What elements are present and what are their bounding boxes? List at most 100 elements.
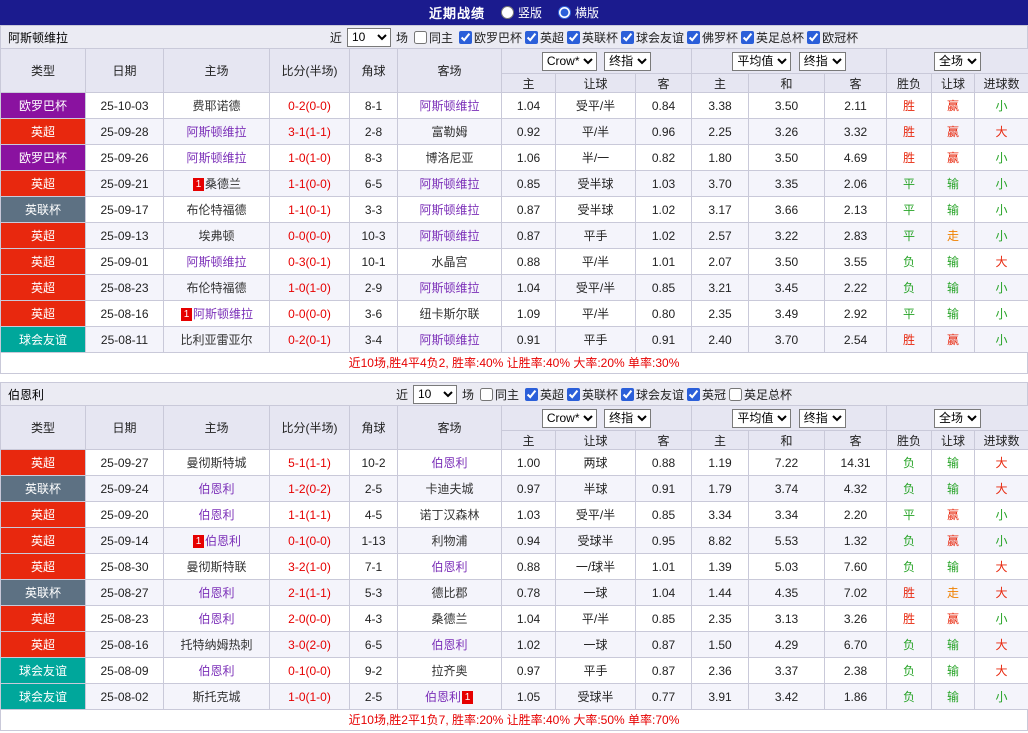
handicap-time-select[interactable]: 终指 [604, 409, 651, 428]
handicap-time-select[interactable]: 终指 [604, 52, 651, 71]
competition-box[interactable] [729, 388, 742, 401]
home-team[interactable]: 1伯恩利 [164, 528, 270, 554]
competition-checkbox[interactable]: 英足总杯 [729, 386, 792, 403]
competition-box[interactable] [687, 388, 700, 401]
team-link[interactable]: 伯恩利 [198, 664, 234, 678]
away-team[interactable]: 伯恩利 [398, 554, 502, 580]
home-team[interactable]: 布伦特福德 [164, 275, 270, 301]
away-team[interactable]: 伯恩利 [398, 632, 502, 658]
vertical-radio[interactable] [501, 6, 514, 19]
competition-box[interactable] [459, 31, 472, 44]
team-link[interactable]: 拉齐奥 [431, 664, 467, 678]
team-link[interactable]: 阿斯顿维拉 [193, 307, 253, 321]
away-team[interactable]: 卡迪夫城 [398, 476, 502, 502]
team-link[interactable]: 阿斯顿维拉 [186, 125, 246, 139]
recent-count-select[interactable]: 10 [413, 385, 457, 404]
away-team[interactable]: 伯恩利1 [398, 684, 502, 710]
team-link[interactable]: 桑德兰 [205, 177, 241, 191]
home-team[interactable]: 伯恩利 [164, 580, 270, 606]
competition-checkbox[interactable]: 球会友谊 [621, 386, 684, 403]
away-team[interactable]: 德比郡 [398, 580, 502, 606]
team-link[interactable]: 博洛尼亚 [425, 151, 473, 165]
team-link[interactable]: 伯恩利 [431, 456, 467, 470]
home-team[interactable]: 阿斯顿维拉 [164, 119, 270, 145]
team-link[interactable]: 阿斯顿维拉 [419, 177, 479, 191]
team-link[interactable]: 阿斯顿维拉 [419, 99, 479, 113]
team-link[interactable]: 阿斯顿维拉 [419, 229, 479, 243]
competition-box[interactable] [621, 31, 634, 44]
team-link[interactable]: 阿斯顿维拉 [419, 281, 479, 295]
layout-radio-vertical[interactable]: 竖版 [501, 4, 542, 21]
team-link[interactable]: 阿斯顿维拉 [419, 333, 479, 347]
away-team[interactable]: 富勒姆 [398, 119, 502, 145]
competition-box[interactable] [525, 31, 538, 44]
team-link[interactable]: 伯恩利 [205, 534, 241, 548]
competition-checkbox[interactable]: 英联杯 [567, 386, 618, 403]
team-link[interactable]: 斯托克城 [192, 690, 240, 704]
away-team[interactable]: 阿斯顿维拉 [398, 327, 502, 353]
competition-checkbox[interactable]: 佛罗杯 [687, 29, 738, 46]
team-link[interactable]: 诺丁汉森林 [419, 508, 479, 522]
team-link[interactable]: 水晶宫 [431, 255, 467, 269]
competition-box[interactable] [567, 31, 580, 44]
home-team[interactable]: 埃弗顿 [164, 223, 270, 249]
away-team[interactable]: 阿斯顿维拉 [398, 275, 502, 301]
team-link[interactable]: 桑德兰 [431, 612, 467, 626]
home-team[interactable]: 曼彻斯特城 [164, 450, 270, 476]
period-select[interactable]: 全场 [934, 409, 981, 428]
competition-box[interactable] [687, 31, 700, 44]
team-link[interactable]: 卡迪夫城 [425, 482, 473, 496]
home-team[interactable]: 比利亚雷亚尔 [164, 327, 270, 353]
away-team[interactable]: 桑德兰 [398, 606, 502, 632]
team-link[interactable]: 伯恩利 [431, 560, 467, 574]
bookmaker-select[interactable]: Crow* [542, 52, 597, 71]
team-link[interactable]: 利物浦 [431, 534, 467, 548]
home-team[interactable]: 斯托克城 [164, 684, 270, 710]
horizontal-radio[interactable] [558, 6, 571, 19]
team-link[interactable]: 阿斯顿维拉 [186, 151, 246, 165]
competition-checkbox[interactable]: 英超 [525, 29, 564, 46]
away-team[interactable]: 博洛尼亚 [398, 145, 502, 171]
home-team[interactable]: 布伦特福德 [164, 197, 270, 223]
home-team[interactable]: 伯恩利 [164, 606, 270, 632]
avg-select[interactable]: 平均值 [732, 52, 791, 71]
team-link[interactable]: 曼彻斯特城 [186, 456, 246, 470]
avg-select[interactable]: 平均值 [732, 409, 791, 428]
home-team[interactable]: 伯恩利 [164, 502, 270, 528]
team-link[interactable]: 比利亚雷亚尔 [180, 333, 252, 347]
home-team[interactable]: 1阿斯顿维拉 [164, 301, 270, 327]
team-link[interactable]: 德比郡 [431, 586, 467, 600]
team-link[interactable]: 阿斯顿维拉 [419, 203, 479, 217]
away-team[interactable]: 诺丁汉森林 [398, 502, 502, 528]
competition-checkbox[interactable]: 欧冠杯 [807, 29, 858, 46]
same-home-box[interactable] [480, 388, 493, 401]
competition-checkbox[interactable]: 英足总杯 [741, 29, 804, 46]
home-team[interactable]: 伯恩利 [164, 658, 270, 684]
team-link[interactable]: 伯恩利 [431, 638, 467, 652]
home-team[interactable]: 伯恩利 [164, 476, 270, 502]
competition-box[interactable] [621, 388, 634, 401]
home-team[interactable]: 曼彻斯特联 [164, 554, 270, 580]
team-link[interactable]: 布伦特福德 [186, 203, 246, 217]
home-team[interactable]: 阿斯顿维拉 [164, 249, 270, 275]
team-link[interactable]: 伯恩利 [198, 482, 234, 496]
away-team[interactable]: 阿斯顿维拉 [398, 223, 502, 249]
competition-checkbox[interactable]: 欧罗巴杯 [459, 29, 522, 46]
layout-radio-horizontal[interactable]: 横版 [558, 4, 599, 21]
away-team[interactable]: 阿斯顿维拉 [398, 93, 502, 119]
team-link[interactable]: 曼彻斯特联 [186, 560, 246, 574]
team-link[interactable]: 埃弗顿 [198, 229, 234, 243]
team-link[interactable]: 阿斯顿维拉 [186, 255, 246, 269]
competition-checkbox[interactable]: 球会友谊 [621, 29, 684, 46]
team-link[interactable]: 伯恩利 [198, 586, 234, 600]
team-link[interactable]: 伯恩利 [198, 508, 234, 522]
competition-box[interactable] [741, 31, 754, 44]
home-team[interactable]: 托特纳姆热刺 [164, 632, 270, 658]
competition-checkbox[interactable]: 英冠 [687, 386, 726, 403]
team-link[interactable]: 伯恩利 [198, 612, 234, 626]
same-home-box[interactable] [414, 31, 427, 44]
team-link[interactable]: 富勒姆 [431, 125, 467, 139]
competition-checkbox[interactable]: 英联杯 [567, 29, 618, 46]
bookmaker-select[interactable]: Crow* [542, 409, 597, 428]
team-link[interactable]: 费耶诺德 [192, 99, 240, 113]
